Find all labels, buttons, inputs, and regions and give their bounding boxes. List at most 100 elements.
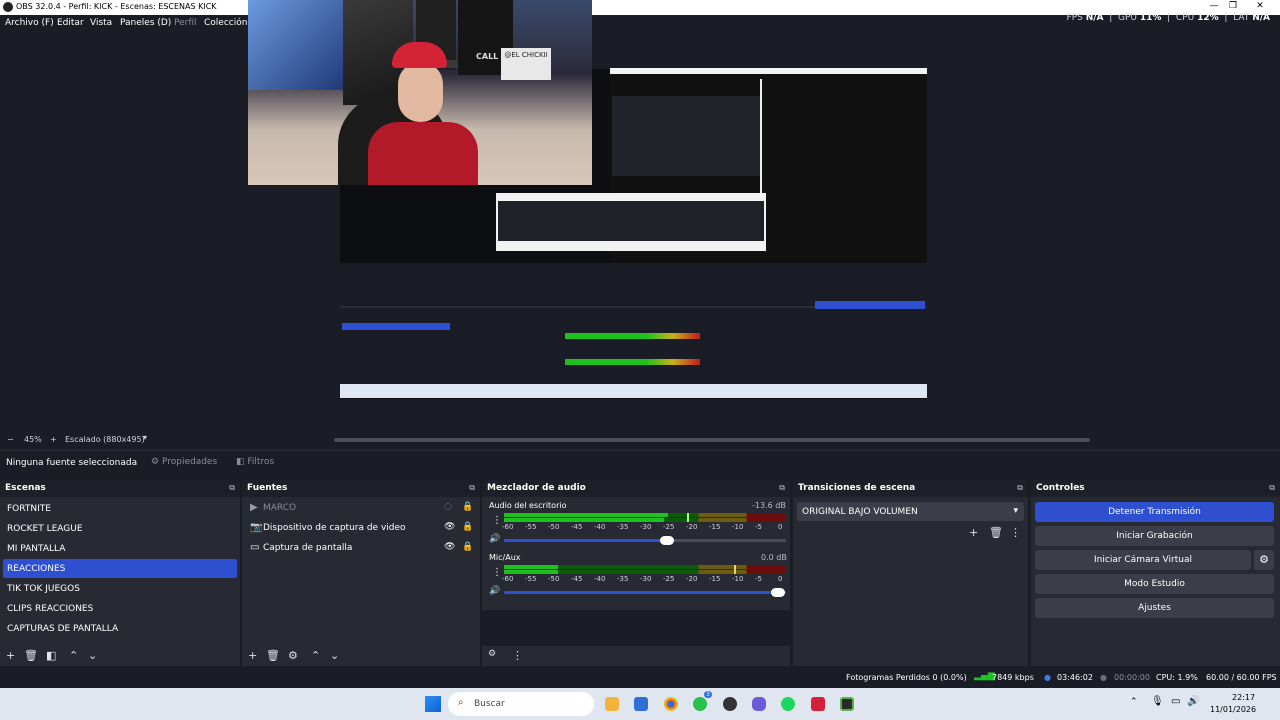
- meter-tick-label: -20: [686, 575, 698, 583]
- network-icon[interactable]: ▭: [1171, 696, 1180, 707]
- red-shirt: [368, 122, 478, 185]
- speaker-icon[interactable]: 🔊: [489, 534, 500, 544]
- start-recording-button[interactable]: Iniciar Grabación: [1035, 526, 1274, 546]
- windows-start-icon[interactable]: [425, 696, 441, 712]
- obs-taskbar-icon[interactable]: [723, 697, 737, 711]
- channel-name: Audio del escritorio: [489, 501, 567, 510]
- eye-hidden-icon[interactable]: ◌: [444, 502, 452, 512]
- start-virtual-camera-button[interactable]: Iniciar Cámara Virtual: [1035, 550, 1251, 570]
- chevron-down-icon[interactable]: ▾: [143, 433, 147, 442]
- add-icon[interactable]: +: [248, 649, 257, 662]
- chevron-down-icon: ▾: [1013, 506, 1018, 516]
- source-item[interactable]: ▶ MARCO ◌ 🔒: [247, 500, 477, 518]
- menu-docks[interactable]: Paneles (D): [120, 18, 171, 28]
- kebab-menu-icon[interactable]: ⋮: [492, 567, 502, 578]
- volume-slider-fill: [504, 539, 667, 542]
- file-explorer-icon[interactable]: [605, 697, 619, 711]
- minimize-button[interactable]: —: [1204, 1, 1224, 11]
- eye-icon[interactable]: 👁: [444, 542, 455, 552]
- volume-slider-handle[interactable]: [660, 536, 674, 545]
- scene-item[interactable]: FORTNITE: [3, 499, 237, 518]
- scenes-header: Escenas ⧉: [0, 480, 240, 497]
- speaker-icon[interactable]: 🔊: [489, 586, 500, 596]
- maximize-button[interactable]: ❐: [1223, 1, 1243, 11]
- menu-collection[interactable]: Colección: [204, 18, 247, 28]
- kebab-menu-icon[interactable]: ⋮: [512, 649, 523, 662]
- meter-level: [504, 570, 558, 574]
- lock-icon[interactable]: 🔒: [462, 522, 473, 532]
- store-icon[interactable]: [634, 697, 648, 711]
- mixer-title: Mezclador de audio: [487, 483, 586, 493]
- meter-tick-label: -30: [640, 575, 652, 583]
- scene-item[interactable]: MI PANTALLA: [3, 539, 237, 558]
- gear-icon[interactable]: ⚙: [288, 649, 298, 662]
- transition-select[interactable]: ORIGINAL BAJO VOLUMEN ▾: [797, 502, 1024, 521]
- properties-button[interactable]: ⚙ Propiedades: [151, 457, 229, 467]
- chrome-icon[interactable]: [664, 697, 678, 711]
- settings-button[interactable]: Ajustes: [1035, 598, 1274, 618]
- arrow-down-icon[interactable]: ⌄: [88, 649, 97, 662]
- zoom-in-button[interactable]: +: [50, 435, 57, 444]
- arrow-up-icon[interactable]: ⌃: [311, 649, 320, 662]
- app-terminal-icon[interactable]: [840, 697, 854, 711]
- menu-view[interactable]: Vista: [90, 18, 112, 28]
- preview-area[interactable]: CALL @EL CHICKII: [0, 0, 1280, 433]
- lock-icon[interactable]: 🔒: [462, 502, 473, 512]
- microphone-icon[interactable]: 🎙: [1151, 696, 1164, 707]
- menu-file[interactable]: Archivo (F): [5, 18, 54, 28]
- tray-chevron-icon[interactable]: ⌃: [1130, 697, 1138, 707]
- whatsapp-icon[interactable]: [693, 697, 707, 711]
- kebab-menu-icon[interactable]: ⋮: [492, 515, 502, 526]
- scene-item[interactable]: ROCKET LEAGUE: [3, 519, 237, 538]
- add-icon[interactable]: +: [969, 526, 978, 539]
- undock-icon[interactable]: ⧉: [469, 483, 475, 493]
- undock-icon[interactable]: ⧉: [779, 483, 785, 493]
- eye-icon[interactable]: 👁: [444, 522, 455, 532]
- undock-icon[interactable]: ⧉: [229, 483, 235, 493]
- kebab-menu-icon[interactable]: ⋮: [1010, 526, 1021, 539]
- close-button[interactable]: ✕: [1250, 1, 1270, 11]
- discord-icon[interactable]: [752, 697, 766, 711]
- studio-mode-button[interactable]: Modo Estudio: [1035, 574, 1274, 594]
- zoom-out-button[interactable]: −: [7, 435, 14, 444]
- menu-profile[interactable]: Perfil: [174, 18, 197, 28]
- trash-icon[interactable]: 🗑: [24, 649, 38, 662]
- volume-icon[interactable]: 🔊: [1187, 696, 1199, 707]
- clock-time[interactable]: 22:17: [1232, 693, 1255, 702]
- nested-window-capture: [496, 193, 766, 251]
- scene-item[interactable]: CLIPS REACCIONES: [3, 599, 237, 618]
- controls-header: Controles ⧉: [1031, 480, 1280, 497]
- app-red-icon[interactable]: [811, 697, 825, 711]
- filters-icon[interactable]: ◧: [46, 649, 56, 662]
- horizontal-scrollbar[interactable]: [334, 438, 1090, 442]
- advanced-audio-icon[interactable]: ⚙: [488, 649, 496, 659]
- volume-slider[interactable]: [504, 591, 786, 594]
- stop-stream-button[interactable]: Detener Transmisión: [1035, 502, 1274, 522]
- scene-item[interactable]: TIK TOK JUEGOS: [3, 579, 237, 598]
- meter-tick-label: -5: [755, 523, 762, 531]
- undock-icon[interactable]: ⧉: [1269, 483, 1275, 493]
- meter-tick-label: -55: [525, 523, 537, 531]
- source-item[interactable]: 📷 Dispositivo de captura de video 👁 🔒: [247, 520, 477, 538]
- volume-slider-handle[interactable]: [771, 588, 785, 597]
- gear-icon[interactable]: ⚙: [1254, 550, 1274, 570]
- meter-tick-label: -60: [502, 523, 514, 531]
- undock-icon[interactable]: ⧉: [1017, 483, 1023, 493]
- source-name: Dispositivo de captura de video: [263, 523, 406, 533]
- menu-edit[interactable]: Editar: [57, 18, 84, 28]
- add-icon[interactable]: +: [6, 649, 15, 662]
- scene-item[interactable]: CAPTURAS DE PANTALLA: [3, 619, 237, 638]
- spotify-icon[interactable]: [781, 697, 795, 711]
- lock-icon[interactable]: 🔒: [462, 542, 473, 552]
- source-item[interactable]: ▭ Captura de pantalla 👁 🔒: [247, 540, 477, 558]
- meter-level: [504, 565, 558, 569]
- arrow-down-icon[interactable]: ⌄: [330, 649, 339, 662]
- filters-button[interactable]: ◧ Filtros: [236, 457, 274, 467]
- arrow-up-icon[interactable]: ⌃: [69, 649, 78, 662]
- scene-item-selected[interactable]: REACCIONES: [3, 559, 237, 578]
- trash-icon[interactable]: 🗑: [989, 526, 1003, 539]
- scale-mode[interactable]: Escalado (880x495): [65, 435, 145, 444]
- taskbar-search[interactable]: ⌕ Buscar: [448, 692, 594, 716]
- trash-icon[interactable]: 🗑: [266, 649, 280, 662]
- clock-date[interactable]: 11/01/2026: [1210, 705, 1256, 714]
